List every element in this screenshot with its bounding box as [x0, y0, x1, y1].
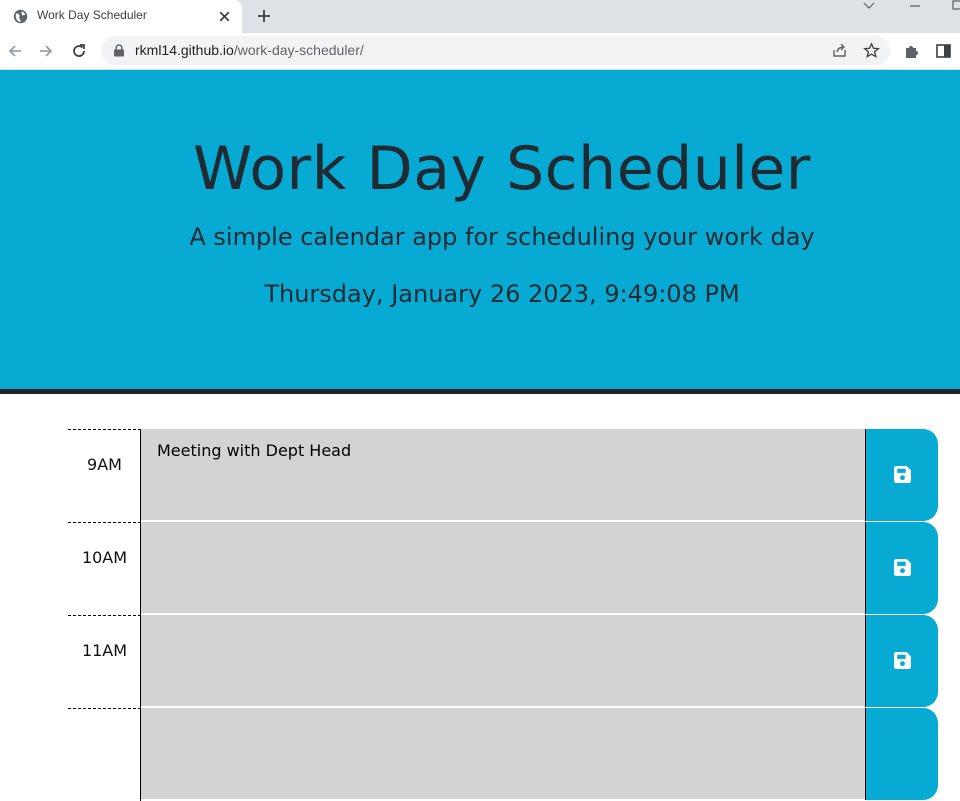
- event-description-input[interactable]: Meeting with Dept Head: [141, 429, 865, 521]
- save-icon: [894, 466, 911, 483]
- current-day: Thursday, January 26 2023, 9:49:08 PM: [264, 280, 740, 308]
- page-subtitle: A simple calendar app for scheduling you…: [189, 223, 815, 251]
- reload-icon[interactable]: [70, 42, 88, 60]
- minimize-icon[interactable]: [908, 0, 922, 14]
- event-description-input[interactable]: [141, 615, 865, 707]
- forward-arrow-icon[interactable]: [37, 42, 55, 60]
- save-button[interactable]: [865, 615, 938, 707]
- hour-label: 9AM: [87, 455, 122, 474]
- side-panel-icon[interactable]: [935, 42, 953, 60]
- puzzle-icon[interactable]: [903, 42, 921, 60]
- url-text: rkml14.github.io/work-day-scheduler/: [135, 42, 364, 58]
- save-icon: [894, 559, 911, 576]
- maximize-icon[interactable]: [952, 0, 960, 14]
- address-bar[interactable]: rkml14.github.io/work-day-scheduler/: [101, 36, 890, 65]
- hour-label: 11AM: [81, 641, 128, 660]
- hour-cell: [68, 708, 141, 801]
- plus-icon[interactable]: [254, 6, 274, 26]
- event-description-input[interactable]: [141, 708, 865, 800]
- time-block-row: 10AM: [68, 522, 938, 615]
- star-icon[interactable]: [863, 42, 880, 59]
- browser-toolbar: rkml14.github.io/work-day-scheduler/: [0, 33, 960, 70]
- page-title: Work Day Scheduler: [193, 134, 811, 204]
- lock-icon[interactable]: [113, 44, 125, 57]
- chevron-down-icon[interactable]: [862, 0, 876, 14]
- hour-cell: 10AM: [68, 522, 141, 615]
- globe-icon: [13, 9, 28, 24]
- browser-tab[interactable]: Work Day Scheduler: [0, 0, 242, 33]
- time-block-row: 11AM: [68, 615, 938, 708]
- browser-tab-strip: Work Day Scheduler: [0, 0, 960, 33]
- close-icon[interactable]: [216, 8, 233, 25]
- tab-title: Work Day Scheduler: [37, 8, 147, 22]
- save-button[interactable]: [865, 522, 938, 614]
- save-button[interactable]: [865, 708, 938, 800]
- hour-cell: 11AM: [68, 615, 141, 708]
- time-block-row: [68, 708, 938, 801]
- hour-label: 10AM: [81, 548, 128, 567]
- hour-cell: 9AM: [68, 429, 141, 522]
- save-button[interactable]: [865, 429, 938, 521]
- back-arrow-icon[interactable]: [6, 42, 24, 60]
- save-icon: [894, 652, 911, 669]
- event-description-input[interactable]: [141, 522, 865, 614]
- page-header: Work Day Scheduler A simple calendar app…: [0, 70, 960, 394]
- time-block-row: 9AM Meeting with Dept Head: [68, 429, 938, 522]
- share-icon[interactable]: [831, 42, 848, 59]
